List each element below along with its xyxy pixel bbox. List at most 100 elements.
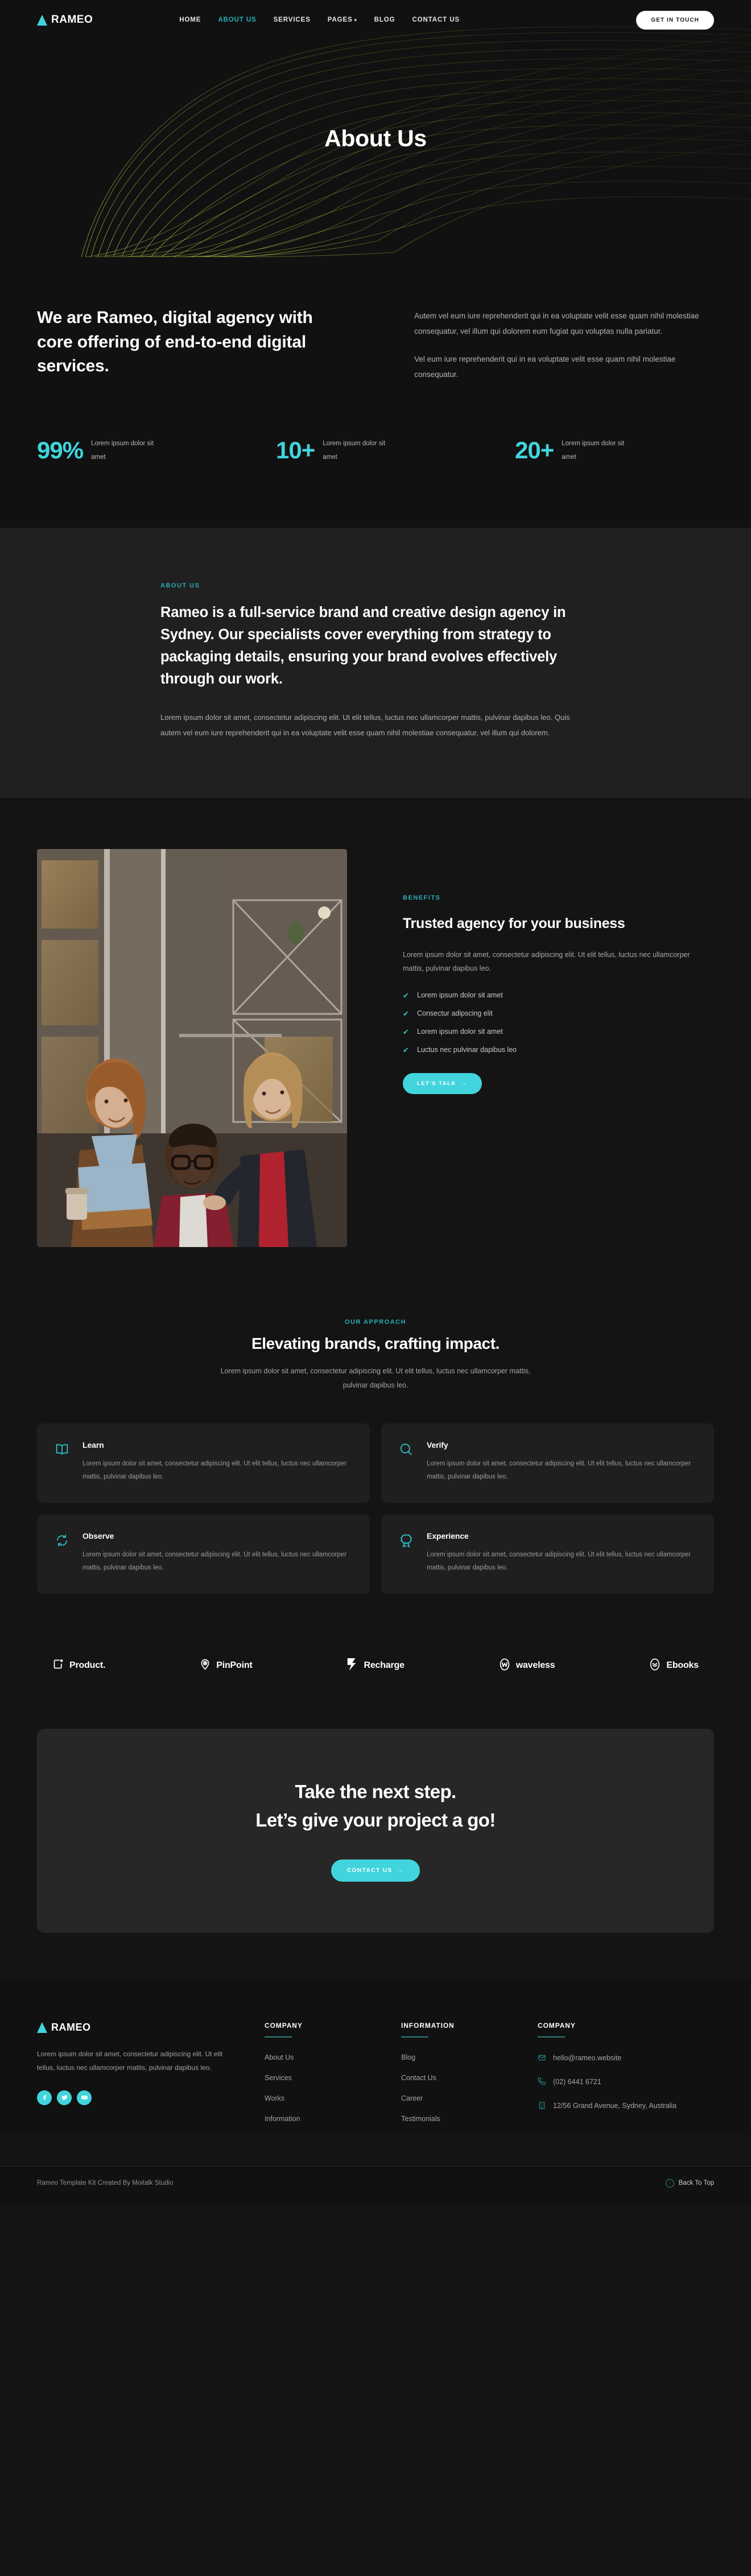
logo[interactable]: RAMEO: [37, 14, 93, 26]
card-title: Experience: [427, 1531, 469, 1540]
nav-item-blog[interactable]: BLOG: [374, 16, 395, 23]
logo-triangle-icon: [37, 14, 47, 26]
footer-logo[interactable]: RAMEO: [37, 2022, 265, 2034]
about-body: Lorem ipsum dolor sit amet, consectetur …: [160, 713, 570, 737]
footer-description: Lorem ipsum dolor sit amet, consectetur …: [37, 2049, 223, 2072]
stat-item: 99% Lorem ipsum dolor sit amet: [37, 437, 276, 464]
about-page: RAMEO HOME ABOUT US SERVICES PAGES ▾ BLOG…: [0, 0, 751, 2205]
footer-column-company: COMPANY About Us Services Works Informat…: [265, 2022, 401, 2134]
nav-item-home[interactable]: HOME: [179, 16, 201, 23]
cta-line-1: Take the next step.: [295, 1780, 456, 1802]
youtube-icon[interactable]: [77, 2090, 92, 2105]
phone-icon: [538, 2076, 546, 2089]
brand-name: Product.: [69, 1660, 106, 1671]
card-title: Learn: [82, 1440, 104, 1449]
nav-item-pages[interactable]: PAGES ▾: [328, 16, 357, 23]
stats-section: 99% Lorem ipsum dolor sit amet 10+ Lorem…: [0, 437, 751, 528]
benefits-heading: Trusted agency for your business: [403, 915, 625, 931]
brand-name: waveless: [515, 1660, 555, 1671]
intro-text-column: Autem vel eum iure reprehenderit qui in …: [414, 306, 714, 382]
brand-name: PinPoint: [216, 1660, 253, 1671]
contact-email[interactable]: hello@rameo.website: [538, 2052, 697, 2065]
contact-us-label: CONTACT US: [346, 1867, 393, 1874]
check-icon: ✔: [403, 1027, 409, 1036]
intro-paragraph-1: Autem vel eum iure reprehenderit qui in …: [414, 312, 699, 336]
footer-link-about-us[interactable]: About Us: [265, 2053, 294, 2061]
benefits-check-list: ✔ Lorem ipsum dolor sit amet ✔ Consectur a…: [403, 991, 699, 1054]
list-item: ✔ Consectur adipscing elit: [403, 1009, 699, 1017]
brand-name: Ebooks: [666, 1660, 699, 1671]
stat-value: 99%: [37, 437, 84, 464]
list-item: Works: [265, 2093, 401, 2103]
refresh-icon: [54, 1531, 71, 1575]
contact-phone[interactable]: (02) 6441 6721: [538, 2076, 697, 2089]
contact-us-button[interactable]: CONTACT US →: [331, 1859, 420, 1882]
check-label: Consectur adipscing elit: [417, 1009, 493, 1018]
social-links: [37, 2090, 265, 2105]
hero-section: RAMEO HOME ABOUT US SERVICES PAGES ▾ BLOG…: [0, 0, 751, 257]
stat-value: 20+: [515, 437, 554, 464]
list-item: Services: [265, 2073, 401, 2083]
logo-text: RAMEO: [51, 14, 93, 26]
brand-name: Recharge: [364, 1660, 405, 1671]
stat-item: 20+ Lorem ipsum dolor sit amet: [515, 437, 636, 464]
footer-link-services[interactable]: Services: [265, 2074, 292, 2082]
list-item: Contact Us: [401, 2073, 538, 2083]
approach-card-observe[interactable]: Observe Lorem ipsum dolor sit amet, cons…: [37, 1514, 370, 1594]
check-icon: ✔: [403, 1045, 409, 1054]
card-body: Lorem ipsum dolor sit amet, consectetur …: [82, 1460, 347, 1480]
benefits-body: Lorem ipsum dolor sit amet, consectetur …: [403, 950, 690, 972]
check-icon: ✔: [403, 1009, 409, 1018]
approach-card-experience[interactable]: Experience Lorem ipsum dolor sit amet, c…: [381, 1514, 714, 1594]
footer-column-contact: COMPANY hello@rameo.website (02) 6441 67…: [538, 2022, 697, 2134]
contact-email-text: hello@rameo.website: [553, 2053, 622, 2062]
footer-logo-text: RAMEO: [51, 2021, 91, 2033]
arrow-right-icon: →: [461, 1080, 468, 1087]
footer-link-career[interactable]: Career: [401, 2094, 423, 2102]
check-label: Lorem ipsum dolor sit amet: [417, 991, 503, 1000]
footer-brand: RAMEO Lorem ipsum dolor sit amet, consec…: [37, 2022, 265, 2134]
card-body: Lorem ipsum dolor sit amet, consectetur …: [427, 1551, 691, 1571]
contact-address[interactable]: 12/56 Grand Avenue, Sydney, Australia: [538, 2100, 697, 2113]
approach-cards: Learn Lorem ipsum dolor sit amet, consec…: [37, 1423, 714, 1594]
nav-item-contact-us[interactable]: CONTACT US: [412, 16, 460, 23]
footer-link-blog[interactable]: Blog: [401, 2053, 415, 2061]
pinpoint-icon: [199, 1658, 211, 1673]
main-nav: HOME ABOUT US SERVICES PAGES ▾ BLOG CONTA…: [179, 16, 460, 23]
card-body: Lorem ipsum dolor sit amet, consectetur …: [82, 1551, 347, 1571]
lets-talk-button[interactable]: LET'S TALK →: [403, 1073, 482, 1095]
twitter-icon[interactable]: [57, 2090, 72, 2105]
ebooks-icon: [649, 1658, 661, 1674]
footer-column-title: INFORMATION: [401, 2021, 455, 2030]
arrow-up-icon: ↑: [665, 2179, 674, 2188]
facebook-icon[interactable]: [37, 2090, 52, 2105]
about-eyebrow: ABOUT US: [160, 582, 200, 590]
list-item: Testimonials: [401, 2114, 538, 2124]
footer-link-information[interactable]: Information: [265, 2115, 300, 2123]
page-title: About Us: [324, 125, 427, 151]
get-in-touch-button[interactable]: GET IN TOUCH: [636, 10, 714, 30]
magnifier-icon: [398, 1440, 415, 1484]
footer-column-title: COMPANY: [265, 2021, 303, 2030]
check-label: Lorem ipsum dolor sit amet: [417, 1028, 503, 1036]
cta-section: Take the next step. Let’s give your proj…: [0, 1728, 751, 1979]
nav-item-about-us[interactable]: ABOUT US: [218, 16, 256, 23]
approach-card-verify[interactable]: Verify Lorem ipsum dolor sit amet, conse…: [381, 1423, 714, 1503]
brand-logo-waveless: waveless: [498, 1658, 555, 1674]
nav-item-pages-label: PAGES: [327, 16, 353, 23]
footer-column-title: COMPANY: [538, 2021, 576, 2030]
approach-section: OUR APPROACH Elevating brands, crafting …: [0, 1295, 751, 1594]
footer-link-testimonials[interactable]: Testimonials: [401, 2115, 440, 2123]
back-to-top-button[interactable]: ↑ Back To Top: [665, 2179, 714, 2188]
list-item: ✔ Luctus nec pulvinar dapibus leo: [403, 1046, 699, 1054]
footer-link-contact-us[interactable]: Contact Us: [401, 2074, 436, 2082]
award-icon: [398, 1531, 415, 1575]
nav-item-services[interactable]: SERVICES: [274, 16, 311, 23]
logo-triangle-icon: [37, 2022, 47, 2033]
card-title: Observe: [82, 1531, 114, 1540]
brand-logos-strip: Product. PinPoint Recharge waveless Eboo…: [0, 1593, 751, 1729]
approach-card-learn[interactable]: Learn Lorem ipsum dolor sit amet, consec…: [37, 1423, 370, 1503]
approach-heading: Elevating brands, crafting impact.: [251, 1334, 500, 1352]
footer-link-works[interactable]: Works: [265, 2094, 284, 2102]
stat-value: 10+: [276, 437, 315, 464]
